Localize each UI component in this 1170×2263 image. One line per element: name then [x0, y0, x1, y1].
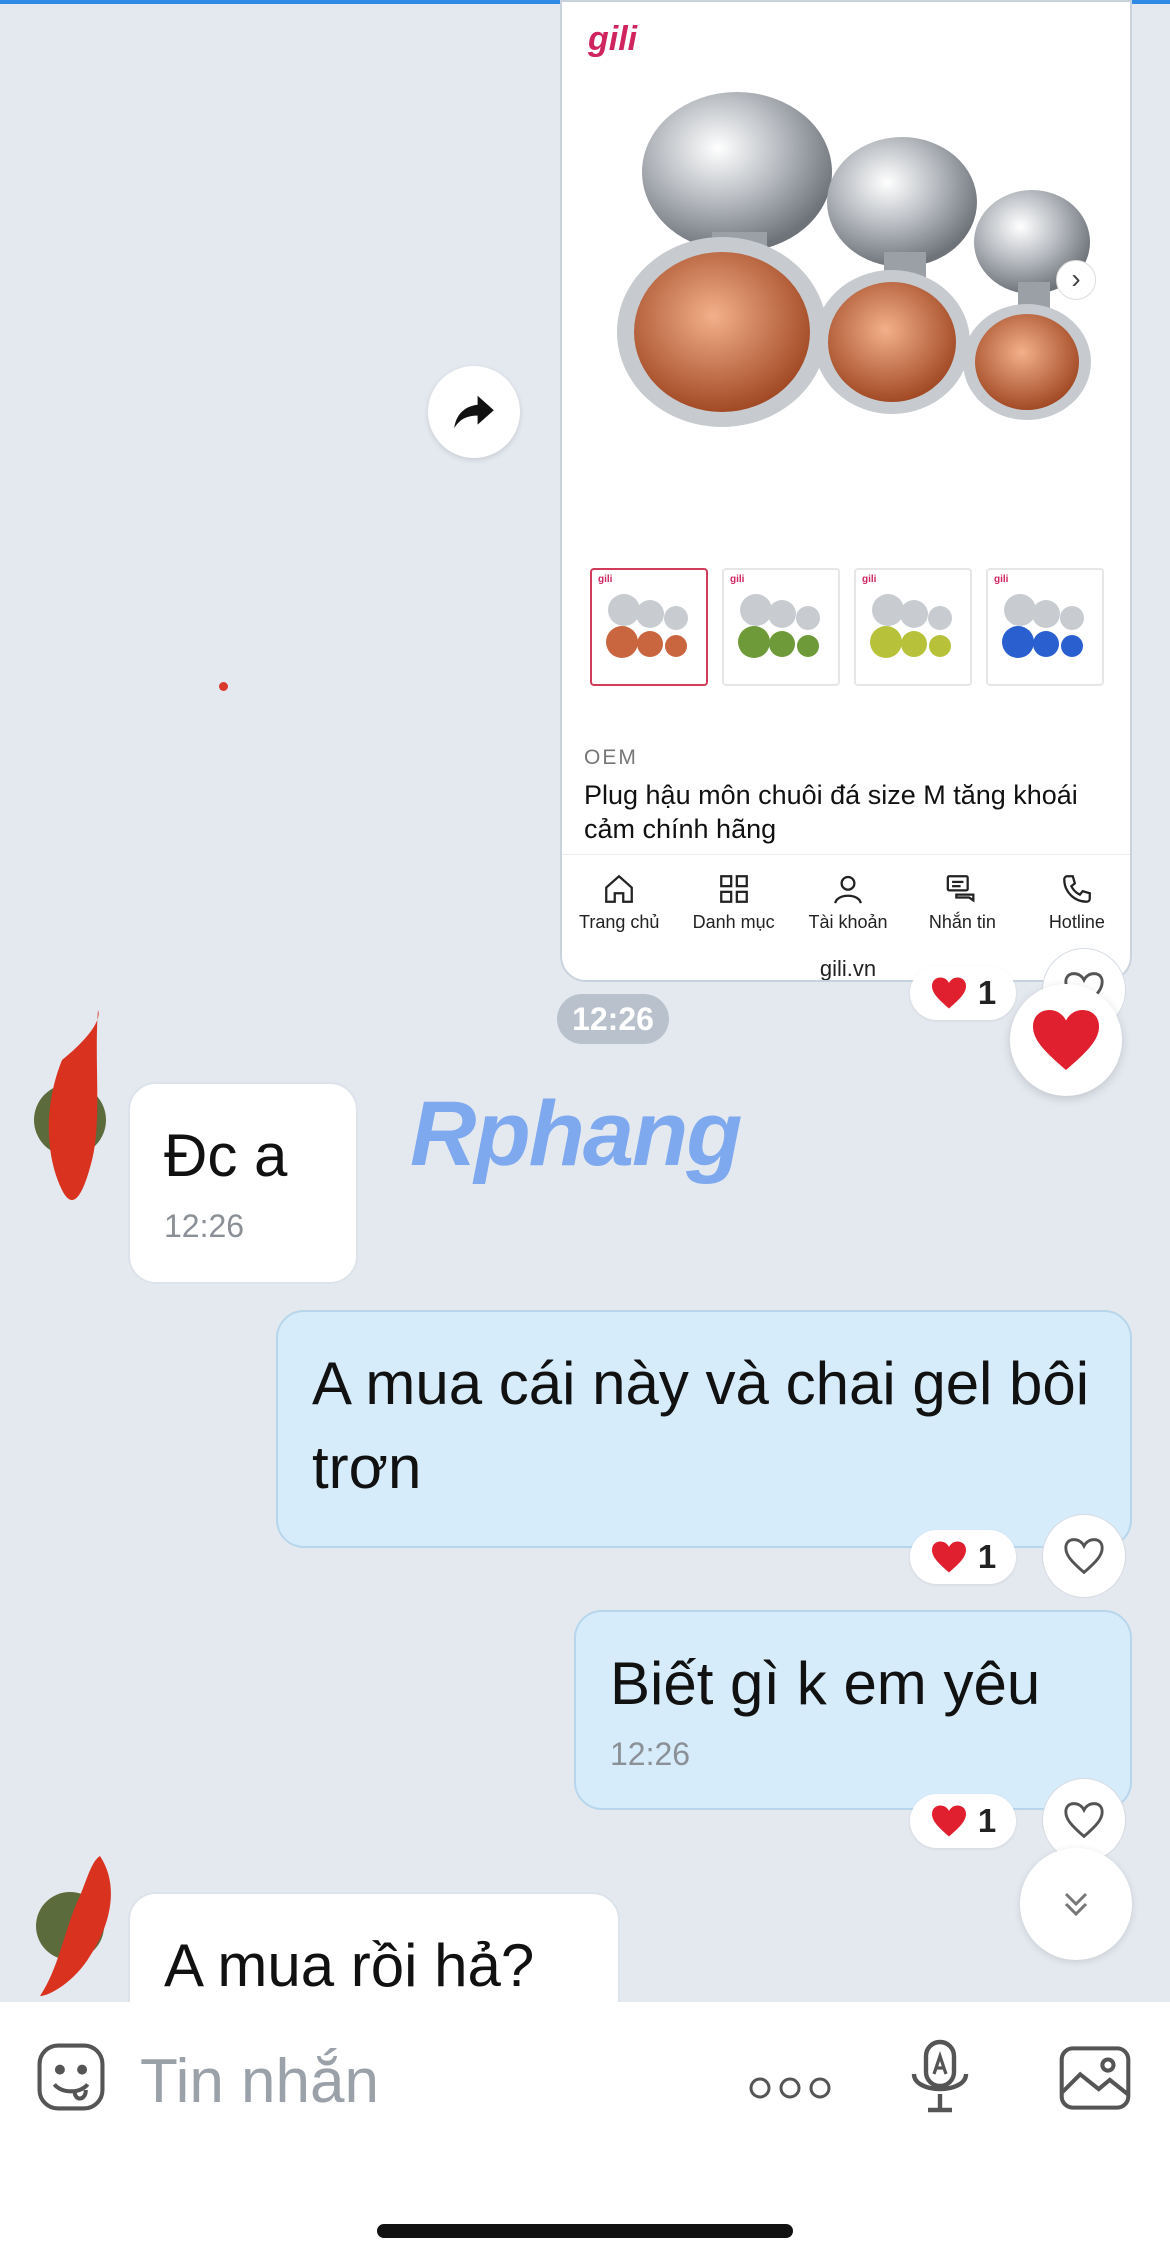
product-brand: OEM — [584, 746, 638, 769]
avatar-redacted[interactable] — [30, 1846, 130, 2006]
forward-button[interactable] — [428, 366, 520, 458]
photo-icon[interactable] — [1058, 2044, 1132, 2112]
chat-icon — [947, 875, 975, 903]
heart-outline-icon — [1064, 1802, 1104, 1839]
message-bubble-incoming[interactable]: Đc a 12:26 — [128, 1082, 358, 1284]
nav-messages[interactable]: Nhắn tin — [905, 855, 1019, 950]
watermark-text: Rphang — [410, 1083, 742, 1185]
thumbnail-1[interactable]: gili — [590, 568, 708, 686]
reaction-heart-button[interactable] — [1010, 984, 1122, 1096]
reaction-count-pill[interactable]: 1 — [910, 1794, 1016, 1848]
message-input[interactable]: Tin nhắn — [140, 2046, 379, 2117]
thumbnail-image — [870, 594, 952, 658]
scroll-to-bottom-button[interactable] — [1020, 1848, 1132, 1960]
phone-icon — [1062, 875, 1091, 903]
thumbnail-4[interactable]: gili — [986, 568, 1104, 686]
nav-categories[interactable]: Danh mục — [676, 855, 790, 950]
reaction-count-pill[interactable]: 1 — [910, 966, 1016, 1020]
message-bubble-outgoing[interactable]: A mua cái này và chai gel bôi trơn — [276, 1310, 1132, 1548]
grid-icon — [719, 875, 748, 903]
avatar-redacted[interactable] — [32, 1000, 112, 1210]
voice-to-text-icon[interactable] — [908, 2038, 972, 2118]
home-icon — [605, 874, 634, 903]
card-nav-bar: Trang chủ Danh mục Tài khoản Nhắn tin Ho… — [562, 854, 1130, 950]
like-button[interactable] — [1042, 1514, 1126, 1598]
time-separator: 12:26 — [557, 994, 669, 1044]
more-options-icon[interactable] — [748, 2074, 832, 2102]
heart-icon — [1033, 1010, 1099, 1070]
thumbnail-2[interactable]: gili — [722, 568, 840, 686]
sticker-icon[interactable] — [34, 2040, 108, 2114]
card-logo: gili — [588, 20, 638, 58]
thumbnail-image — [738, 594, 820, 658]
heart-icon — [931, 977, 966, 1009]
annotation-dot — [219, 682, 228, 691]
shared-link-card[interactable]: gili › gili gili gili gili OEM Plug hậu … — [560, 0, 1132, 982]
home-indicator — [377, 2224, 793, 2238]
nav-home[interactable]: Trang chủ — [562, 855, 676, 950]
double-chevron-down-icon — [1064, 1892, 1088, 1917]
gallery-next-button[interactable]: › — [1056, 260, 1096, 300]
heart-outline-icon — [1064, 1538, 1104, 1575]
thumbnail-strip: gili gili gili gili — [590, 568, 1110, 688]
reaction-count-pill[interactable]: 1 — [910, 1530, 1016, 1584]
nav-hotline[interactable]: Hotline — [1020, 855, 1130, 950]
thumbnail-image — [1002, 594, 1084, 658]
nav-account[interactable]: Tài khoản — [791, 855, 905, 950]
thumbnail-image — [606, 594, 688, 658]
heart-icon — [931, 1541, 966, 1573]
thumbnail-3[interactable]: gili — [854, 568, 972, 686]
forward-icon — [454, 395, 494, 429]
user-icon — [834, 875, 862, 904]
message-composer: Tin nhắn — [0, 2002, 1170, 2263]
message-bubble-outgoing[interactable]: Biết gì k em yêu 12:26 — [574, 1610, 1132, 1810]
product-image — [617, 92, 1091, 427]
heart-icon — [931, 1805, 966, 1837]
product-title[interactable]: Plug hậu môn chuôi đá size M tăng khoái … — [584, 778, 1114, 846]
